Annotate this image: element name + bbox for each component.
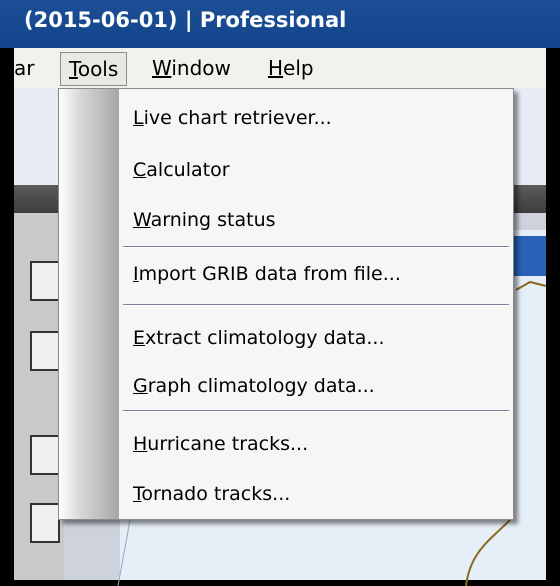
menu-item-extract-climatology[interactable]: Extract climatology data... (133, 321, 385, 355)
menu-item-calculator[interactable]: Calculator (133, 153, 230, 187)
menu-item-graph-climatology[interactable]: Graph climatology data... (133, 369, 375, 403)
menu-item-tornado-tracks[interactable]: Tornado tracks... (133, 477, 290, 511)
menu-separator (123, 410, 509, 412)
menu-item-warning-status[interactable]: Warning status (133, 203, 276, 237)
menu-separator (123, 304, 509, 306)
menu-separator (123, 246, 509, 248)
menu-icon-gutter (59, 89, 119, 519)
tools-dropdown-menu: Live chart retriever... Calculator Warni… (58, 88, 514, 520)
menu-item-live-chart-retriever[interactable]: Live chart retriever... (133, 101, 332, 135)
menu-item-import-grib[interactable]: Import GRIB data from file... (133, 257, 401, 291)
menu-item-hurricane-tracks[interactable]: Hurricane tracks... (133, 427, 308, 461)
